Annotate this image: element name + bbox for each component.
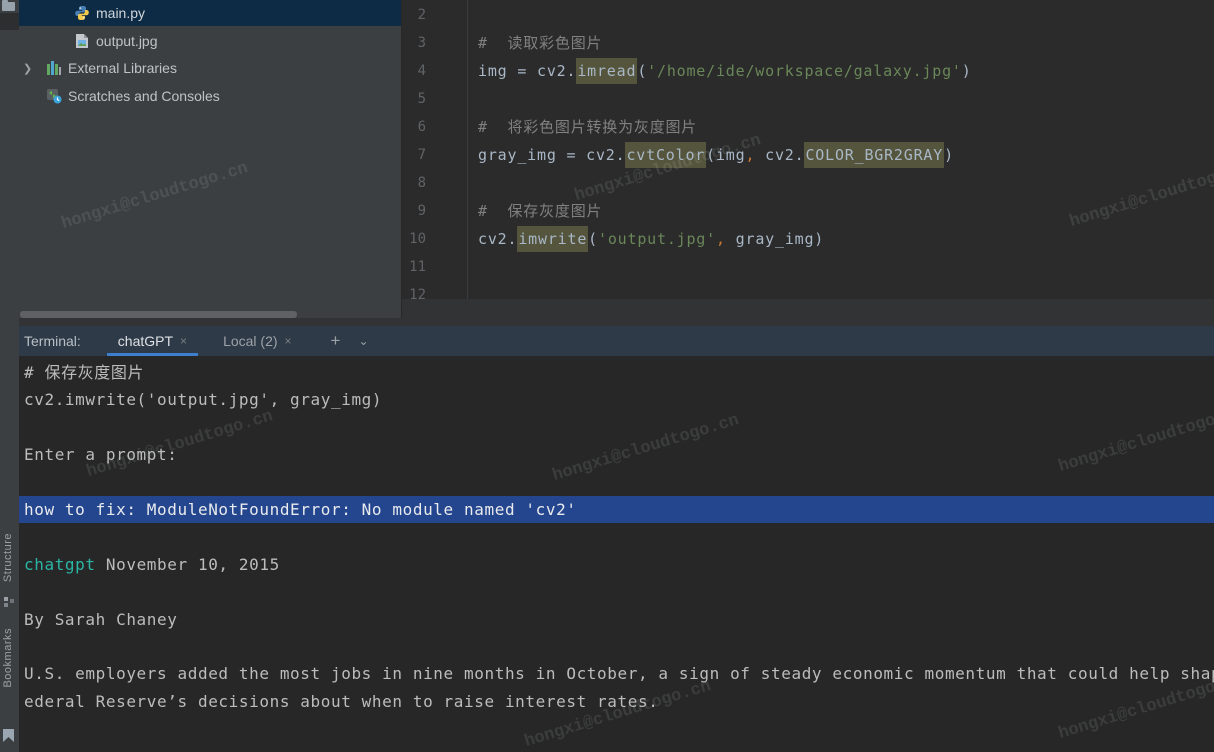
- terminal-line: [19, 414, 1214, 441]
- terminal-line: Enter a prompt:: [19, 441, 1214, 468]
- terminal-line: [19, 578, 1214, 605]
- editor-line-12: 12: [402, 281, 1214, 299]
- line-number: 2: [402, 1, 426, 29]
- chevron-right-icon[interactable]: ❯: [23, 62, 32, 75]
- terminal-line: ederal Reserve’s decisions about when to…: [19, 688, 1214, 715]
- stripe-divider: [0, 13, 19, 30]
- project-horizontal-scrollbar[interactable]: [20, 311, 297, 318]
- terminal-tab-chatgpt[interactable]: chatGPT×: [107, 326, 198, 356]
- terminal-line: [19, 469, 1214, 496]
- line-number: 6: [402, 113, 426, 141]
- terminal-line: chatgpt November 10, 2015: [19, 551, 1214, 578]
- terminal-line: By Sarah Chaney: [19, 606, 1214, 633]
- editor-line-5: 5: [402, 85, 1214, 113]
- tab-label: Local (2): [223, 326, 277, 356]
- terminal-line: cv2.imwrite('output.jpg', gray_img): [19, 386, 1214, 413]
- editor-line-7: 7 gray_img = cv2.cvtColor(img, cv2.COLOR_…: [402, 141, 1214, 169]
- close-icon[interactable]: ×: [285, 326, 292, 356]
- line-number: 4: [402, 57, 426, 85]
- tree-item-external-libraries[interactable]: ❯ External Libraries: [19, 55, 401, 81]
- editor-line-11: 11: [402, 253, 1214, 281]
- scratches-icon: [46, 88, 62, 104]
- terminal-line: # 保存灰度图片: [19, 359, 1214, 386]
- code-editor[interactable]: 23 # 读取彩色图片 4 img = cv2.imread('/home/ide/w…: [402, 0, 1214, 299]
- tree-item-label: main.py: [96, 5, 145, 21]
- line-number: 8: [402, 169, 426, 197]
- editor-line-3: 3 # 读取彩色图片: [402, 29, 1214, 57]
- tree-item-main-py[interactable]: main.py: [19, 0, 401, 26]
- bookmark-icon[interactable]: [3, 729, 14, 742]
- line-number: 9: [402, 197, 426, 225]
- project-folder-icon[interactable]: [2, 2, 15, 11]
- terminal-header: Terminal: chatGPT×Local (2)× + ⌄: [19, 326, 1214, 356]
- terminal-output[interactable]: # 保存灰度图片cv2.imwrite('output.jpg', gray_i…: [19, 356, 1214, 752]
- code-text: # 将彩色图片转换为灰度图片: [478, 113, 697, 141]
- editor-line-2: 2: [402, 1, 1214, 29]
- line-number: 11: [402, 253, 426, 281]
- editor-line-6: 6 # 将彩色图片转换为灰度图片: [402, 113, 1214, 141]
- left-tool-stripe: Structure Bookmarks: [0, 0, 19, 752]
- editor-line-10: 10 cv2.imwrite('output.jpg', gray_img): [402, 225, 1214, 253]
- editor-line-9: 9 # 保存灰度图片: [402, 197, 1214, 225]
- close-icon[interactable]: ×: [180, 326, 187, 356]
- line-number: 12: [402, 281, 426, 299]
- editor-line-8: 8: [402, 169, 1214, 197]
- terminal-line: U.S. employers added the most jobs in ni…: [19, 660, 1214, 687]
- terminal-title: Terminal:: [24, 333, 81, 349]
- code-text: img = cv2.imread('/home/ide/workspace/ga…: [478, 57, 972, 85]
- tree-item-label: output.jpg: [96, 33, 158, 49]
- toolwindow-button-structure[interactable]: Structure: [2, 533, 14, 582]
- terminal-tab-local-2-[interactable]: Local (2) ×: [212, 326, 302, 356]
- editor-line-4: 4 img = cv2.imread('/home/ide/workspace/g…: [402, 57, 1214, 85]
- new-terminal-tab-button[interactable]: +: [331, 331, 341, 351]
- tree-item-label: Scratches and Consoles: [68, 88, 220, 104]
- line-number: 7: [402, 141, 426, 169]
- terminal-line: [19, 633, 1214, 660]
- line-number: 3: [402, 29, 426, 57]
- libraries-icon: [46, 60, 62, 76]
- line-number: 5: [402, 85, 426, 113]
- python-icon: [74, 5, 90, 21]
- tab-label: chatGPT: [118, 326, 173, 356]
- project-tree-panel: main.py output.jpg ❯ External Libraries Scra…: [19, 0, 402, 318]
- image-file-icon: [74, 33, 90, 49]
- code-text: cv2.imwrite('output.jpg', gray_img): [478, 225, 824, 253]
- toolwindow-button-bookmarks[interactable]: Bookmarks: [2, 628, 14, 688]
- code-text: # 保存灰度图片: [478, 197, 602, 225]
- terminal-line: [19, 523, 1214, 550]
- ide-window: Structure Bookmarks main.py output.jpg ❯ Ex…: [0, 0, 1214, 752]
- terminal-selected-prompt-line: how to fix: ModuleNotFoundError: No modu…: [19, 496, 1214, 523]
- tree-item-scratches-and-consoles[interactable]: Scratches and Consoles: [19, 83, 401, 109]
- structure-icon[interactable]: [4, 597, 14, 607]
- line-number: 10: [402, 225, 426, 253]
- chevron-down-icon[interactable]: ⌄: [358, 334, 368, 348]
- code-text: # 读取彩色图片: [478, 29, 602, 57]
- tree-item-output-jpg[interactable]: output.jpg: [19, 28, 401, 54]
- code-text: gray_img = cv2.cvtColor(img, cv2.COLOR_B…: [478, 141, 954, 169]
- tree-item-label: External Libraries: [68, 60, 177, 76]
